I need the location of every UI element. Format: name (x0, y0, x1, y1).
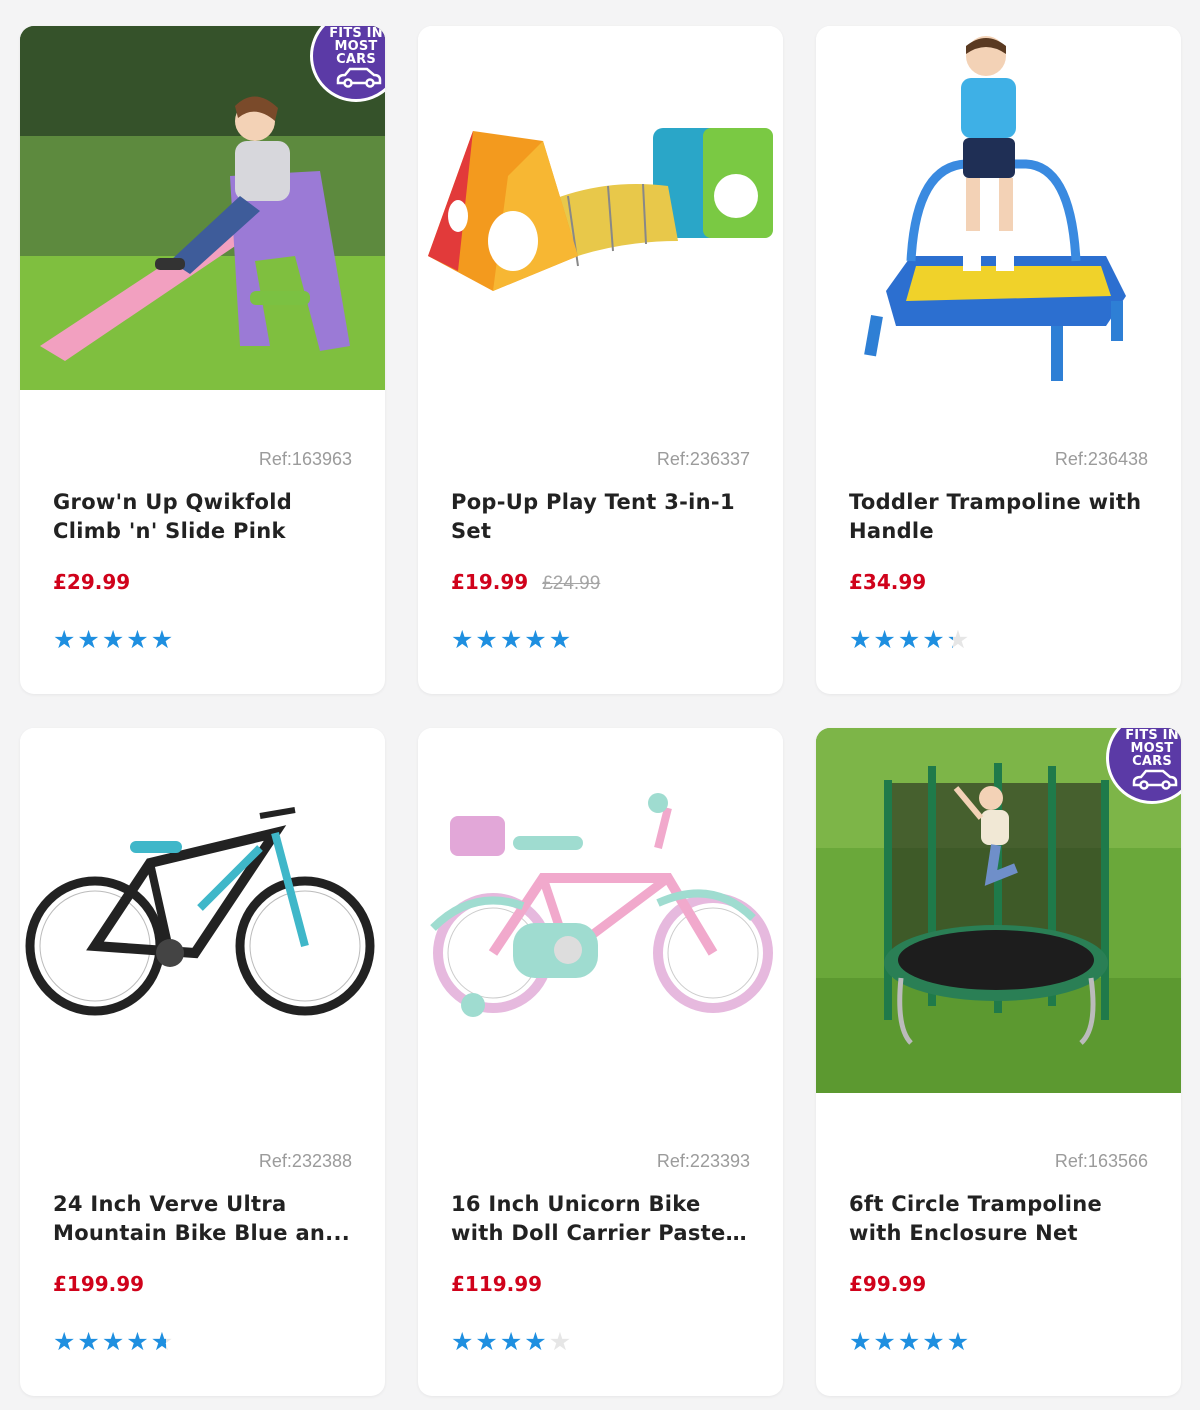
star-icon: ★ (53, 1327, 76, 1356)
product-title[interactable]: Grow'n Up Qwikfold Climb 'n' Slide Pink (53, 488, 353, 546)
product-title[interactable]: 24 Inch Verve Ultra Mountain Bike Blue a… (53, 1190, 353, 1248)
star-icon: ★ (475, 1327, 498, 1356)
product-price: £34.99 (849, 570, 927, 594)
product-image[interactable] (418, 728, 783, 1093)
price-row: £99.99 (849, 1272, 926, 1296)
price-row: £34.99 (849, 570, 926, 594)
star-icon: ★★ (946, 625, 970, 654)
product-price: £19.99 (451, 570, 529, 594)
star-icon: ★ (922, 1327, 945, 1356)
product-card[interactable]: Ref:223393 16 Inch Unicorn Bike with Dol… (418, 728, 783, 1396)
star-icon: ★ (946, 1327, 970, 1356)
product-card[interactable]: FITS IN MOST CARS Ref:163566 6ft Circle … (816, 728, 1181, 1396)
product-card[interactable]: Ref:236337 Pop-Up Play Tent 3-in-1 Set £… (418, 26, 783, 694)
star-icon: ★ (849, 1327, 872, 1356)
star-icon: ★ (524, 625, 547, 654)
product-title[interactable]: 16 Inch Unicorn Bike with Doll Carrier P… (451, 1190, 751, 1248)
star-icon: ★ (101, 1327, 125, 1356)
product-price: £99.99 (849, 1272, 927, 1296)
star-icon: ★ (548, 625, 572, 654)
star-rating: ★ ★ ★ ★ ★ (451, 1328, 571, 1356)
star-icon: ★ (475, 625, 498, 654)
star-icon: ★ (101, 625, 125, 654)
star-icon: ★ (451, 625, 474, 654)
price-row: £29.99 (53, 570, 130, 594)
star-icon: ★ (849, 625, 872, 654)
product-card[interactable]: FITS IN MOST CARS Ref:163963 Grow'n Up Q… (20, 26, 385, 694)
star-icon: ★ (922, 625, 945, 654)
was-price: £24.99 (542, 573, 601, 594)
product-ref: Ref:223393 (656, 1151, 750, 1171)
product-ref: Ref:236438 (1054, 449, 1148, 469)
product-grid: FITS IN MOST CARS Ref:163963 Grow'n Up Q… (0, 0, 1200, 1410)
star-icon: ★ (77, 1327, 100, 1356)
star-icon: ★ (524, 1327, 547, 1356)
star-icon: ★ (897, 625, 921, 654)
product-ref: Ref:163963 (258, 449, 352, 469)
star-rating: ★ ★ ★ ★ ★ (849, 1328, 969, 1356)
star-icon: ★★ (150, 1327, 174, 1356)
price-row: £119.99 (451, 1272, 542, 1296)
car-icon (336, 67, 382, 88)
star-icon: ★ (548, 1327, 572, 1356)
star-icon: ★ (126, 625, 149, 654)
star-icon: ★ (499, 625, 523, 654)
product-price: £119.99 (451, 1272, 543, 1296)
product-image[interactable] (418, 26, 783, 391)
price-row: £199.99 (53, 1272, 144, 1296)
product-image[interactable] (20, 728, 385, 1093)
product-ref: Ref:232388 (258, 1151, 352, 1171)
product-title[interactable]: Pop-Up Play Tent 3-in-1 Set (451, 488, 751, 546)
star-rating: ★★★★★★ (849, 626, 969, 654)
star-icon: ★ (77, 625, 100, 654)
star-icon: ★ (451, 1327, 474, 1356)
product-title[interactable]: Toddler Trampoline with Handle (849, 488, 1149, 546)
star-icon: ★ (150, 625, 174, 654)
star-icon: ★ (873, 625, 896, 654)
star-rating: ★★★★★★ (53, 1328, 173, 1356)
product-price: £29.99 (53, 570, 131, 594)
star-icon: ★ (897, 1327, 921, 1356)
product-card[interactable]: Ref:232388 24 Inch Verve Ultra Mountain … (20, 728, 385, 1396)
product-ref: Ref:163566 (1054, 1151, 1148, 1171)
product-image[interactable] (816, 26, 1181, 391)
car-icon (1132, 769, 1178, 790)
star-rating: ★ ★ ★ ★ ★ (53, 626, 173, 654)
product-card[interactable]: Ref:236438 Toddler Trampoline with Handl… (816, 26, 1181, 694)
star-icon: ★ (873, 1327, 896, 1356)
product-ref: Ref:236337 (656, 449, 750, 469)
price-row: £19.99 £24.99 (451, 570, 600, 595)
product-price: £199.99 (53, 1272, 145, 1296)
product-title[interactable]: 6ft Circle Trampoline with Enclosure Net (849, 1190, 1149, 1248)
star-icon: ★ (499, 1327, 523, 1356)
star-icon: ★ (53, 625, 76, 654)
star-rating: ★ ★ ★ ★ ★ (451, 626, 571, 654)
star-icon: ★ (126, 1327, 149, 1356)
